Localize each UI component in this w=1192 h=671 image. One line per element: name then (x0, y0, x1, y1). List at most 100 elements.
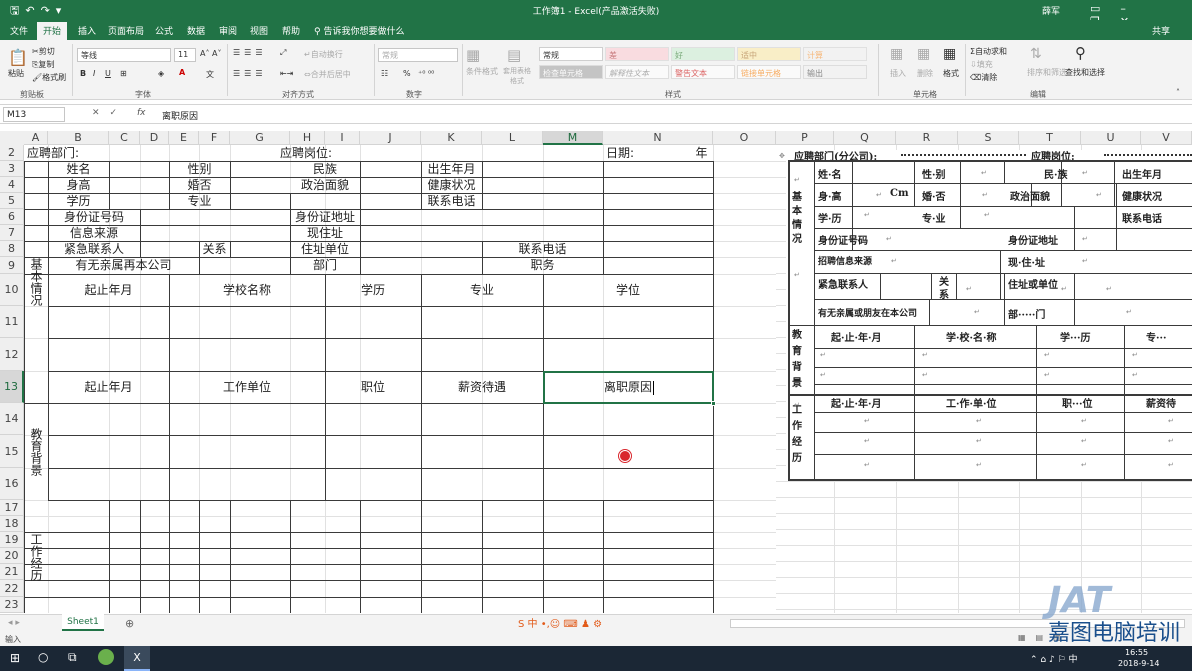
wrap-text-button[interactable]: ↵自动换行 (304, 49, 343, 60)
style-linked-cell[interactable]: 链接单元格 (737, 65, 801, 79)
search-icon[interactable]: ○ (38, 650, 48, 664)
column-header-a[interactable]: A (24, 131, 48, 145)
menu-data[interactable]: 数据 (187, 24, 205, 37)
column-header-d[interactable]: D (140, 131, 169, 145)
style-explanatory[interactable]: 解释性文本 (605, 65, 669, 79)
style-check-cell[interactable]: 检查单元格 (539, 65, 603, 79)
share-button[interactable]: 共享 (1152, 24, 1170, 37)
align-left-icons[interactable]: ☰☰☰ (233, 69, 267, 78)
menu-page-layout[interactable]: 页面布局 (108, 24, 144, 37)
column-header-i[interactable]: I (325, 131, 360, 145)
row-header-6[interactable]: 6 (0, 209, 24, 225)
sheet-tab-sheet1[interactable]: Sheet1 (62, 614, 104, 631)
paste-icon[interactable]: 📋 (8, 48, 28, 67)
format-cells-icon[interactable]: ▦ (943, 46, 956, 62)
insert-cells-button[interactable]: 插入 (890, 68, 906, 79)
row-header-23[interactable]: 23 (0, 597, 24, 613)
worksheet-grid[interactable]: A B C D E F G H I J K L M N O 2 3 4 5 6 7 8 9 10 11 12 13 14 15 16 17 1… (0, 131, 776, 613)
column-header-s[interactable]: S (958, 131, 1019, 145)
autosum-button[interactable]: Σ自动求和 (970, 46, 1007, 57)
row-header-19[interactable]: 19 (0, 532, 24, 548)
sort-filter-icon[interactable]: ⇅ (1030, 46, 1042, 62)
column-header-e[interactable]: E (169, 131, 199, 145)
table-format-icon[interactable]: ▤ (507, 46, 521, 64)
row-header-22[interactable]: 22 (0, 580, 24, 597)
find-select-button[interactable]: 查找和选择 (1065, 67, 1105, 78)
style-calculation[interactable]: 计算 (803, 47, 867, 61)
row-header-16[interactable]: 16 (0, 468, 24, 500)
row-header-8[interactable]: 8 (0, 241, 24, 257)
row-header-10[interactable]: 10 (0, 274, 24, 306)
style-good[interactable]: 好 (671, 47, 735, 61)
row-header-21[interactable]: 21 (0, 564, 24, 580)
font-name-select[interactable]: 等线 (77, 48, 171, 62)
row-header-15[interactable]: 15 (0, 435, 24, 468)
cut-button[interactable]: ✂剪切 (32, 46, 55, 57)
indent-icon[interactable]: ⇤⇥ (280, 69, 293, 78)
column-header-p[interactable]: P (776, 131, 834, 145)
find-icon[interactable]: ⚲ (1075, 44, 1086, 62)
menu-file[interactable]: 文件 (10, 24, 28, 37)
column-header-j[interactable]: J (360, 131, 421, 145)
row-header-17[interactable]: 17 (0, 500, 24, 516)
column-header-n[interactable]: N (603, 131, 713, 145)
fill-color-icon[interactable]: ◈ (158, 69, 164, 78)
add-sheet-icon[interactable]: ⊕ (125, 617, 134, 630)
delete-cells-button[interactable]: 删除 (917, 68, 933, 79)
menu-help[interactable]: 帮助 (282, 24, 300, 37)
italic-button[interactable]: I (93, 69, 95, 78)
column-header-t[interactable]: T (1019, 131, 1081, 145)
column-header-g[interactable]: G (230, 131, 290, 145)
column-header-k[interactable]: K (421, 131, 482, 145)
format-cells-button[interactable]: 格式 (943, 68, 959, 79)
column-header-h[interactable]: H (290, 131, 325, 145)
column-header-u[interactable]: U (1081, 131, 1141, 145)
paste-button[interactable]: 粘贴 (8, 68, 24, 79)
horizontal-scrollbar[interactable] (730, 619, 1185, 628)
tray-icons[interactable]: ⌃ ⌂ ♪ ⚐ 中 (1030, 652, 1078, 665)
style-bad[interactable]: 差 (605, 47, 669, 61)
corner-select-all[interactable] (0, 131, 24, 145)
row-header-14[interactable]: 14 (0, 403, 24, 435)
style-neutral[interactable]: 适中 (737, 47, 801, 61)
border-icon[interactable]: ⊞ (120, 69, 127, 78)
orientation-icon[interactable]: ⤢ (280, 48, 286, 58)
style-warning[interactable]: 警告文本 (671, 65, 735, 79)
row-header-20[interactable]: 20 (0, 548, 24, 564)
font-grow-icon[interactable]: A˄ A˅ (200, 49, 222, 58)
column-header-q[interactable]: Q (834, 131, 896, 145)
row-header-18[interactable]: 18 (0, 516, 24, 532)
row-header-2[interactable]: 2 (0, 145, 24, 161)
menu-home[interactable]: 开始 (37, 22, 68, 40)
decimal-icons[interactable]: ⁺⁰ ⁰⁰ (418, 69, 434, 78)
delete-cells-icon[interactable]: ▦ (917, 46, 930, 62)
align-top-icons[interactable]: ☰☰☰ (233, 48, 267, 57)
menu-review[interactable]: 审阅 (219, 24, 237, 37)
currency-icon[interactable]: ☷ (381, 69, 388, 78)
row-header-7[interactable]: 7 (0, 225, 24, 241)
column-header-f[interactable]: F (199, 131, 230, 145)
insert-function-icon[interactable]: fx (137, 108, 146, 118)
font-color-icon[interactable]: A (179, 68, 185, 77)
name-box[interactable]: M13 (3, 107, 65, 122)
windows-start-icon[interactable]: ⊞ (10, 651, 20, 665)
merge-center-button[interactable]: ⇔合并后居中 (304, 69, 351, 80)
task-view-icon[interactable]: ⧉ (68, 650, 77, 665)
phonetic-icon[interactable]: 文 (206, 69, 214, 80)
row-header-9[interactable]: 9 (0, 257, 24, 274)
underline-button[interactable]: U (105, 69, 111, 78)
copy-button[interactable]: ⎘复制 (32, 59, 54, 70)
column-header-m[interactable]: M (543, 131, 603, 145)
clear-button[interactable]: ⌫清除 (970, 72, 997, 83)
sort-filter-button[interactable]: 排序和筛选 (1027, 67, 1067, 78)
view-mode-icons[interactable]: ▦▤▥ (1018, 633, 1071, 642)
style-output[interactable]: 输出 (803, 65, 867, 79)
format-painter-button[interactable]: 🖌格式刷 (32, 72, 66, 83)
row-header-3[interactable]: 3 (0, 161, 24, 177)
ime-toolbar[interactable]: S 中 •,☺ ⌨ ♟ ⚙ (518, 615, 602, 630)
column-header-r[interactable]: R (896, 131, 958, 145)
insert-cells-icon[interactable]: ▦ (890, 46, 903, 62)
conditional-format-icon[interactable]: ▦ (466, 46, 480, 64)
row-header-4[interactable]: 4 (0, 177, 24, 193)
table-format-button[interactable]: 套用表格格式 (500, 66, 534, 86)
